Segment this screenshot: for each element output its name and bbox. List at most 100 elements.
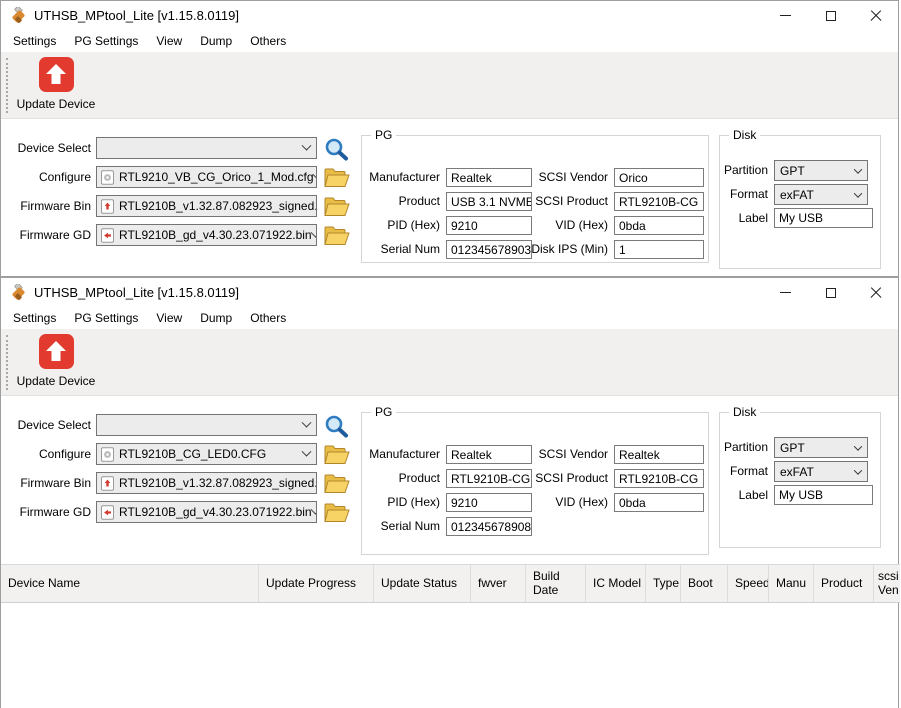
minimize-button[interactable] — [763, 1, 808, 30]
scsi-product-field[interactable]: RTL9210B-CG — [614, 469, 704, 488]
configure-combo[interactable]: RTL9210B_CG_LED0.CFG — [96, 443, 317, 465]
device-select-combo[interactable] — [96, 414, 317, 436]
close-button[interactable] — [853, 1, 898, 30]
firmware-bin-combo[interactable]: RTL9210B_v1.32.87.082923_signed. — [96, 472, 317, 494]
volume-label-field[interactable]: My USB — [774, 208, 873, 228]
close-button[interactable] — [853, 278, 898, 307]
column-type[interactable]: Type — [646, 565, 681, 602]
chevron-down-icon — [302, 417, 312, 427]
column-update-status[interactable]: Update Status — [374, 565, 471, 602]
menu-settings[interactable]: Settings — [4, 31, 65, 51]
maximize-button[interactable] — [808, 278, 853, 307]
minimize-icon — [780, 15, 791, 16]
window-title: UTHSB_MPtool_Lite [v1.15.8.0119] — [34, 8, 239, 23]
volume-label-field[interactable]: My USB — [774, 485, 873, 505]
menu-view[interactable]: View — [147, 308, 191, 328]
serial-num-field[interactable]: 012345678908 — [446, 517, 532, 536]
maximize-button[interactable] — [808, 1, 853, 30]
column-manu[interactable]: Manu — [769, 565, 814, 602]
minimize-button[interactable] — [763, 278, 808, 307]
toolbar: Update Device — [1, 329, 898, 396]
open-firmware-gd-folder-button[interactable] — [323, 224, 350, 248]
pg-group: PG Manufacturer Realtek Product RTL9210B… — [361, 412, 709, 555]
vid-label: VID (Hex) — [478, 493, 608, 511]
column-fwver[interactable]: fwver — [471, 565, 526, 602]
update-device-button[interactable]: Update Device — [13, 56, 99, 116]
pg-group: PG Manufacturer Realtek Product USB 3.1 … — [361, 135, 709, 263]
device-select-combo[interactable] — [96, 137, 317, 159]
pid-label: PID (Hex) — [362, 493, 440, 511]
volume-label-label: Label — [720, 485, 768, 505]
volume-label-label: Label — [720, 208, 768, 228]
firmware-bin-combo[interactable]: RTL9210B_v1.32.87.082923_signed. — [96, 195, 317, 217]
menu-pg-settings[interactable]: PG Settings — [65, 31, 147, 51]
close-icon — [870, 287, 882, 299]
chevron-down-icon — [302, 140, 312, 150]
search-device-button[interactable] — [323, 137, 350, 161]
column-build-date[interactable]: Build Date — [526, 565, 586, 602]
device-select-label: Device Select — [3, 414, 91, 436]
disk-ips-field[interactable]: 1 — [614, 240, 704, 259]
column-ic-model[interactable]: IC Model — [586, 565, 646, 602]
menu-pg-settings[interactable]: PG Settings — [65, 308, 147, 328]
title-bar[interactable]: UTHSB_MPtool_Lite [v1.15.8.0119] — [1, 278, 898, 307]
firmware-gd-combo[interactable]: RTL9210B_gd_v4.30.23.071922.bin — [96, 224, 317, 246]
disk-group: Disk Partition GPT Format exFAT Label My… — [719, 412, 881, 548]
toolbar-gripper[interactable] — [6, 335, 8, 390]
firmware-file-icon — [100, 199, 115, 214]
partition-combo[interactable]: GPT — [774, 160, 868, 181]
menu-settings[interactable]: Settings — [4, 308, 65, 328]
pid-label: PID (Hex) — [362, 216, 440, 234]
firmware-bin-label: Firmware Bin — [3, 195, 91, 217]
column-update-progress[interactable]: Update Progress — [259, 565, 374, 602]
menu-view[interactable]: View — [147, 31, 191, 51]
firmware-file-icon — [100, 476, 115, 491]
toolbar-gripper[interactable] — [6, 58, 8, 113]
vid-field[interactable]: 0bda — [614, 493, 704, 512]
serial-num-label: Serial Num — [362, 240, 440, 258]
scsi-product-field[interactable]: RTL9210B-CG — [614, 192, 704, 211]
open-firmware-gd-folder-button[interactable] — [323, 501, 350, 525]
disk-group-title: Disk — [729, 405, 760, 419]
column-speed[interactable]: Speed — [728, 565, 769, 602]
firmware-gd-label: Firmware GD — [3, 501, 91, 523]
firmware-gd-combo[interactable]: RTL9210B_gd_v4.30.23.071922.bin — [96, 501, 317, 523]
column-device-name[interactable]: Device Name — [1, 565, 259, 602]
manufacturer-label: Manufacturer — [362, 168, 440, 186]
update-device-icon — [39, 334, 74, 369]
app-window-1: UTHSB_MPtool_Lite [v1.15.8.0119] Setting… — [0, 0, 899, 277]
chevron-down-icon — [316, 198, 317, 208]
chevron-down-icon — [854, 165, 862, 173]
search-device-button[interactable] — [323, 414, 350, 438]
format-label: Format — [720, 184, 768, 205]
open-configure-folder-button[interactable] — [323, 443, 350, 467]
open-firmware-bin-folder-button[interactable] — [323, 195, 350, 219]
format-combo[interactable]: exFAT — [774, 184, 868, 205]
vid-field[interactable]: 0bda — [614, 216, 704, 235]
serial-num-label: Serial Num — [362, 517, 440, 535]
firmware-gd-value: RTL9210B_gd_v4.30.23.071922.bin — [119, 505, 312, 519]
menu-others[interactable]: Others — [241, 31, 295, 51]
open-configure-folder-button[interactable] — [323, 166, 350, 190]
menu-dump[interactable]: Dump — [191, 308, 241, 328]
product-label: Product — [362, 469, 440, 487]
column-product[interactable]: Product — [814, 565, 874, 602]
scsi-vendor-field[interactable]: Realtek — [614, 445, 704, 464]
column-scsi-vendor[interactable]: scsi Ven — [874, 565, 900, 602]
menu-others[interactable]: Others — [241, 308, 295, 328]
product-label: Product — [362, 192, 440, 210]
update-device-button[interactable]: Update Device — [13, 333, 99, 393]
menu-dump[interactable]: Dump — [191, 31, 241, 51]
column-boot[interactable]: Boot — [681, 565, 728, 602]
open-firmware-bin-folder-button[interactable] — [323, 472, 350, 496]
scsi-product-label: SCSI Product — [478, 469, 608, 487]
title-bar[interactable]: UTHSB_MPtool_Lite [v1.15.8.0119] — [1, 1, 898, 30]
scsi-vendor-field[interactable]: Orico — [614, 168, 704, 187]
scsi-vendor-label: SCSI Vendor — [478, 168, 608, 186]
configure-combo[interactable]: RTL9210_VB_CG_Orico_1_Mod.cfg — [96, 166, 317, 188]
configure-label: Configure — [3, 166, 91, 188]
format-combo[interactable]: exFAT — [774, 461, 868, 482]
partition-combo[interactable]: GPT — [774, 437, 868, 458]
chevron-down-icon — [854, 442, 862, 450]
update-device-label: Update Device — [17, 374, 96, 388]
